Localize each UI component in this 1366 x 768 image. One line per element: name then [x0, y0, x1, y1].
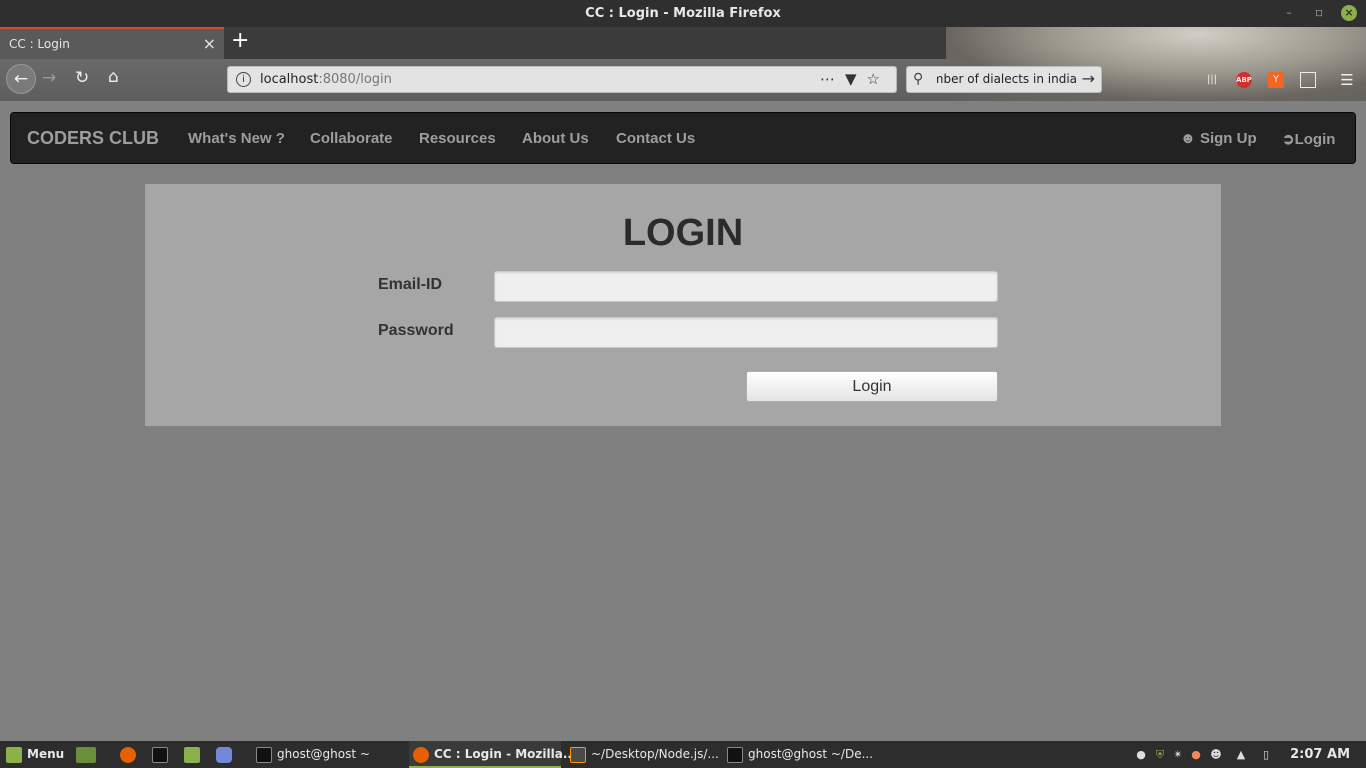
menu-label: Menu [27, 747, 65, 761]
files-launcher[interactable] [184, 741, 205, 768]
bluetooth-icon[interactable]: ✴ [1171, 748, 1185, 762]
sublime-icon [570, 746, 586, 763]
taskbar: Menu ghost@ghost ~ CC : Login - Mozilla.… [0, 741, 1366, 768]
battery-icon[interactable]: ▯ [1259, 748, 1273, 762]
reload-icon[interactable]: ↻ [75, 68, 89, 88]
login-panel: LOGIN Email-ID Password Login [145, 184, 1221, 426]
adblock-icon[interactable]: ABP [1236, 72, 1252, 88]
shield-icon[interactable]: ⛨ [1153, 748, 1167, 762]
window-titlebar: CC : Login - Mozilla Firefox – ◽ × [0, 0, 1366, 27]
site-brand[interactable]: CODERS CLUB [27, 128, 159, 149]
login-heading: LOGIN [622, 212, 744, 254]
url-host: localhost [260, 72, 319, 87]
home-icon[interactable]: ⌂ [108, 67, 119, 87]
update-icon[interactable]: ● [1189, 748, 1203, 762]
taskbar-window-label: ghost@ghost ~/De... [748, 747, 874, 761]
discord-tray-icon[interactable]: ● [1134, 748, 1148, 762]
terminal-icon [152, 746, 168, 763]
page-actions: ⋯▼☆ [820, 70, 890, 88]
clock[interactable]: 2:07 AM [1290, 747, 1350, 762]
email-field[interactable] [494, 271, 998, 302]
desktop-icon [76, 746, 96, 763]
more-actions-icon[interactable]: ⋯ [820, 70, 845, 88]
wifi-icon[interactable]: ▲ [1234, 748, 1248, 762]
forward-icon[interactable]: → [42, 68, 56, 88]
password-label: Password [378, 322, 454, 339]
restore-icon[interactable]: ◽ [1311, 5, 1327, 21]
nav-contact-us[interactable]: Contact Us [616, 130, 695, 147]
show-desktop-launcher[interactable] [76, 741, 101, 768]
browser-toolbar: ← → ↻ ⌂ i localhost:8080/login ⋯▼☆ ⚲ umb… [0, 27, 1366, 101]
terminal-icon [256, 746, 272, 763]
search-go-icon[interactable]: → [1082, 69, 1095, 88]
sidebar-icon[interactable] [1300, 72, 1316, 88]
user-icon[interactable]: ☻ [1209, 748, 1223, 762]
firefox-icon [413, 746, 429, 763]
discord-launcher[interactable] [216, 741, 237, 768]
firefox-launcher[interactable] [120, 741, 141, 768]
sign-up-label: Sign Up [1199, 130, 1257, 147]
library-icon[interactable]: ||| [1204, 72, 1220, 88]
close-tab-icon[interactable]: × [203, 34, 216, 53]
pocket-icon[interactable]: ▼ [845, 70, 867, 88]
tab-title: CC : Login [9, 37, 70, 51]
browser-tab[interactable]: CC : Login × [0, 27, 224, 59]
url-bar[interactable]: i localhost:8080/login ⋯▼☆ [227, 66, 897, 93]
taskbar-window-terminal-2[interactable]: ghost@ghost ~/De... [727, 741, 873, 768]
login-icon: ➲ [1282, 131, 1295, 148]
nav-whats-new[interactable]: What's New ? [188, 130, 285, 147]
login-label: Login [1294, 131, 1336, 148]
start-menu-button[interactable]: Menu [6, 741, 64, 768]
terminal-launcher[interactable] [152, 741, 173, 768]
url-text: localhost:8080/login [260, 72, 392, 87]
bookmark-star-icon[interactable]: ☆ [867, 70, 890, 88]
discord-icon [216, 746, 232, 763]
new-tab-icon[interactable]: + [231, 28, 249, 53]
nav-resources[interactable]: Resources [419, 130, 496, 147]
close-window-icon[interactable]: × [1341, 5, 1357, 21]
terminal-icon [727, 746, 743, 763]
login-submit-button[interactable]: Login [746, 371, 998, 402]
info-icon[interactable]: i [236, 72, 251, 87]
mint-logo-icon [6, 746, 22, 763]
translate-extension-icon[interactable]: Y [1268, 72, 1284, 88]
window-title: CC : Login - Mozilla Firefox [585, 6, 781, 21]
taskbar-window-label: ghost@ghost ~ [277, 747, 370, 761]
password-field[interactable] [494, 317, 998, 348]
taskbar-window-firefox[interactable]: CC : Login - Mozilla... [409, 741, 577, 768]
search-bar[interactable]: ⚲ umber of dialects in india → [906, 66, 1102, 93]
nav-login[interactable]: ➲Login [1282, 130, 1335, 148]
taskbar-window-label: ~/Desktop/Node.js/... [591, 747, 719, 761]
search-icon: ⚲ [913, 71, 924, 87]
email-label: Email-ID [378, 276, 443, 293]
site-navbar: CODERS CLUB What's New ? Collaborate Res… [10, 112, 1356, 164]
minimize-icon[interactable]: – [1281, 5, 1297, 21]
nav-sign-up[interactable]: ☻ Sign Up [1180, 130, 1257, 147]
url-path: :8080/login [318, 72, 392, 87]
search-query: umber of dialects in india [937, 72, 1077, 86]
taskbar-window-terminal-1[interactable]: ghost@ghost ~ [256, 741, 370, 768]
nav-collaborate[interactable]: Collaborate [310, 130, 393, 147]
user-icon: ☻ [1180, 130, 1196, 147]
back-icon[interactable]: ← [6, 64, 36, 94]
folder-icon [184, 746, 200, 763]
nav-about-us[interactable]: About Us [522, 130, 589, 147]
hamburger-menu-icon[interactable]: ☰ [1339, 72, 1355, 88]
firefox-icon [120, 746, 136, 763]
taskbar-window-label: CC : Login - Mozilla... [434, 747, 577, 761]
taskbar-window-sublime[interactable]: ~/Desktop/Node.js/... [570, 741, 719, 768]
